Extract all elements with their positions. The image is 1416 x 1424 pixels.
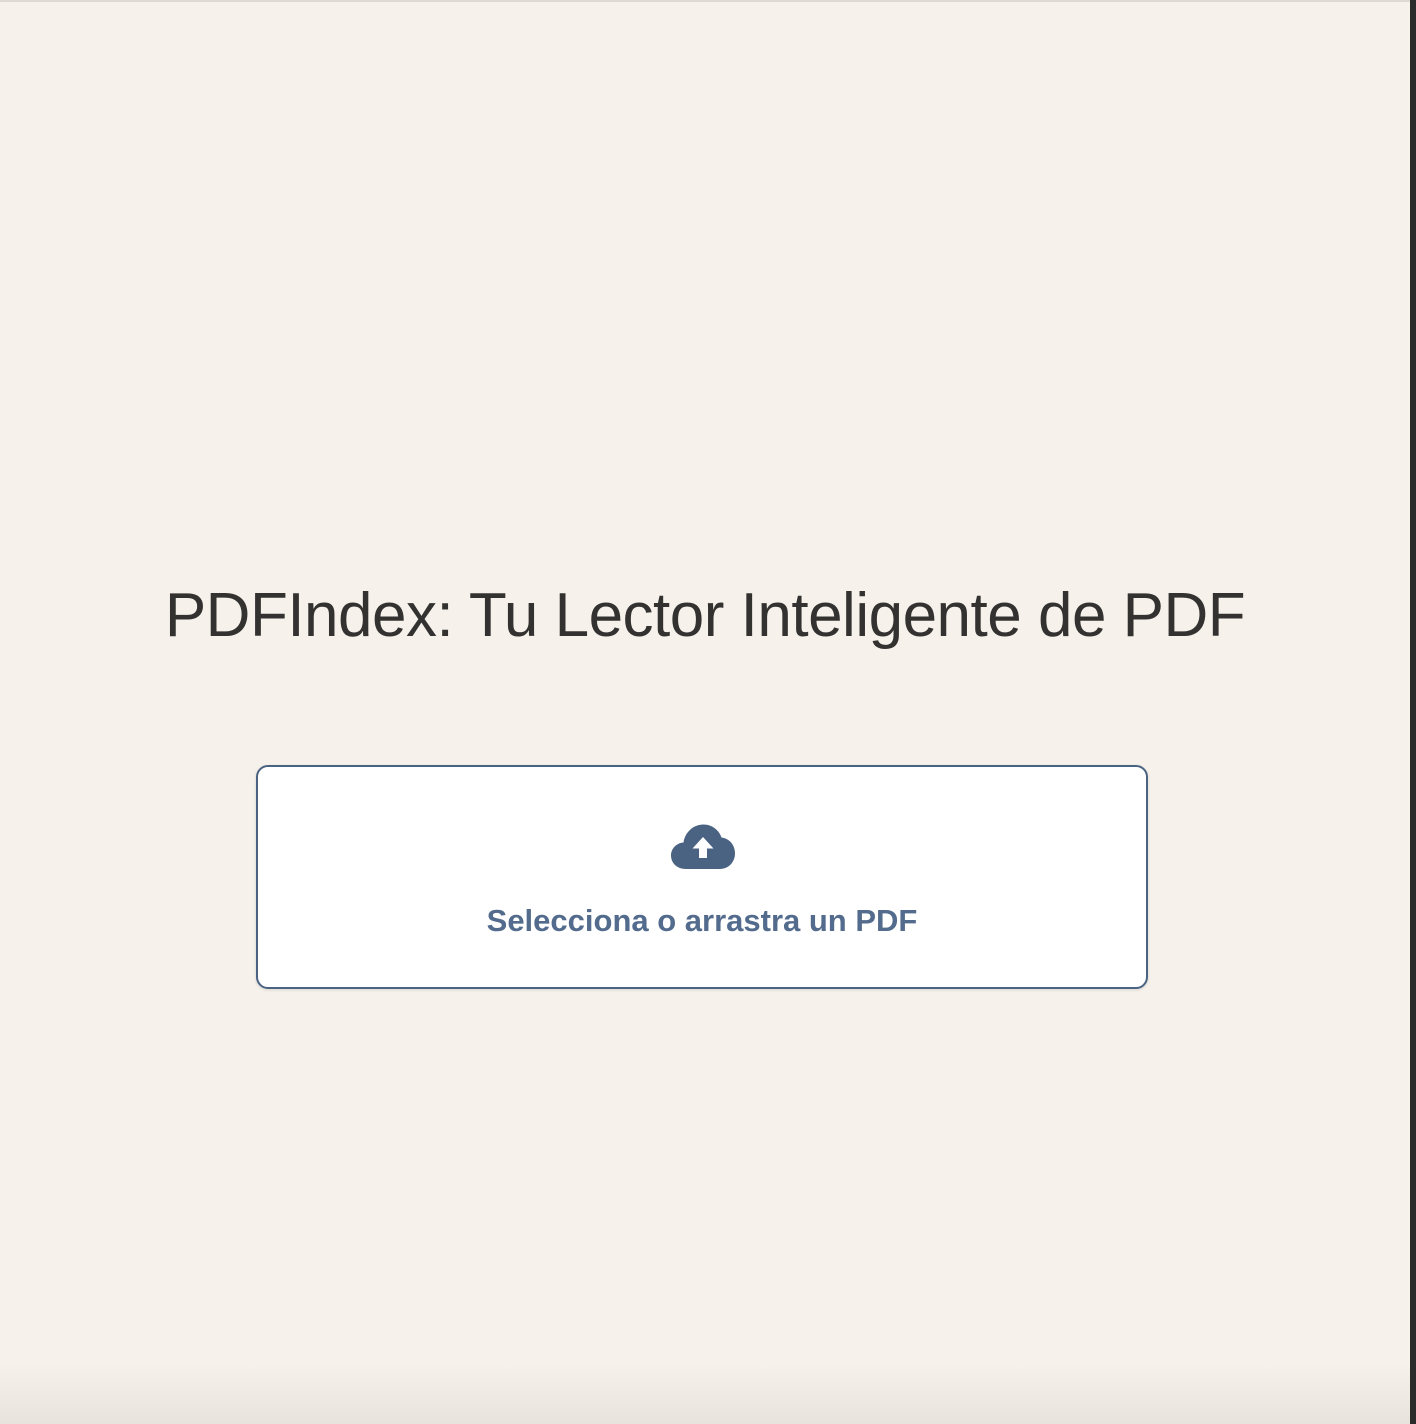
window-edge — [1410, 0, 1416, 1424]
bottom-shade — [0, 1364, 1410, 1424]
page-title: PDFIndex: Tu Lector Inteligente de PDF — [164, 581, 1246, 650]
pdf-dropzone[interactable]: Selecciona o arrastra un PDF — [256, 765, 1148, 989]
dropzone-label: Selecciona o arrastra un PDF — [486, 903, 918, 938]
cloud-upload-icon — [670, 823, 736, 871]
top-divider — [0, 0, 1410, 2]
